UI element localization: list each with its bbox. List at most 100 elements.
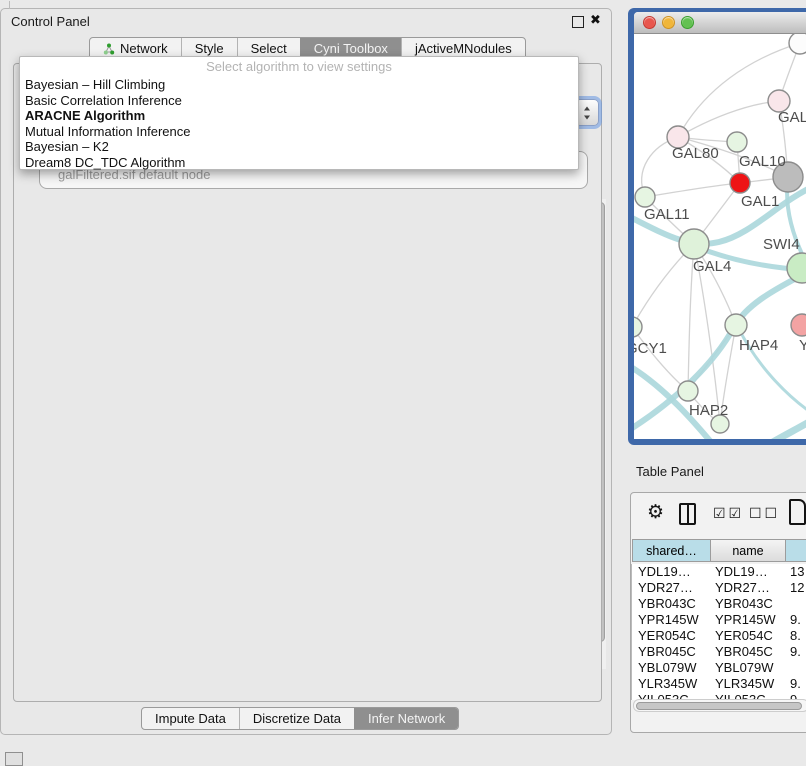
corner-box <box>5 752 23 766</box>
network-node[interactable] <box>635 187 655 207</box>
cell: YPR145W <box>638 612 699 628</box>
control-panel-title: Control Panel <box>11 14 90 29</box>
panel-notch <box>9 1 10 9</box>
cell: 13 <box>790 564 804 580</box>
tab-label: jActiveMNodules <box>415 41 512 56</box>
network-edge <box>645 183 740 197</box>
network-node[interactable] <box>725 314 747 336</box>
table-row[interactable]: YBL079W YBL079W <box>632 660 806 676</box>
algorithm-option-dream8-dc-tdc-algorithm[interactable]: Dream8 DC_TDC Algorithm <box>20 155 578 171</box>
cell: YBR043C <box>638 596 696 612</box>
cell: YBL079W <box>715 660 774 676</box>
network-icon <box>103 43 115 55</box>
node-label: GAL1 <box>741 193 779 210</box>
network-view-window: GAL GAL80 GAL10 GAL1 GAL11 SWI4 GAL4 GCY1 HAP4 Y H… <box>628 8 806 445</box>
network-edge <box>634 327 688 391</box>
cell: YER054C <box>715 628 773 644</box>
table-panel-window: ⚙ ☑☑ ☐☐ shared…name YDL19… YDL19… 13 YDR27…… <box>630 492 806 733</box>
node-label: GAL4 <box>693 258 731 275</box>
node-label: GCY1 <box>634 340 667 357</box>
control-panel: Control Panel ✖ Network Style Select Cyni T… <box>0 8 612 735</box>
cell: YER054C <box>638 628 696 644</box>
table-row[interactable]: YLR345W YLR345W 9. <box>632 676 806 692</box>
cell: YBR045C <box>638 644 696 660</box>
bottom-tabbar: Impute Data Discretize Data Infer Network <box>141 707 459 730</box>
cell: YDR27… <box>638 580 693 596</box>
select-all-checkboxes-icon[interactable]: ☑☑ <box>713 505 744 522</box>
table-row[interactable]: YDR27…YDR27…12 <box>632 580 806 596</box>
table-body: YDL19…YDL19…13YDR27…YDR27…12YBR043CYBR04… <box>631 564 806 700</box>
bottom-tab-infer-network[interactable]: Infer Network <box>354 708 458 729</box>
cell: 9. <box>790 612 801 628</box>
algorithm-option-aracne-algorithm[interactable]: ARACNE Algorithm <box>20 108 578 124</box>
table-horizontal-scrollbar[interactable] <box>633 699 806 712</box>
network-svg: GAL GAL80 GAL10 GAL1 GAL11 SWI4 GAL4 GCY1 HAP4 Y H… <box>634 34 806 439</box>
column-header-shared[interactable]: shared… <box>632 539 710 562</box>
tab-label: Select <box>251 41 287 56</box>
cell: YDL19… <box>715 564 768 580</box>
algorithm-dropdown-prompt: Select algorithm to view settings <box>20 57 578 77</box>
node-label: GAL11 <box>644 206 690 223</box>
zoom-traffic-light-icon[interactable] <box>681 16 694 29</box>
network-node[interactable] <box>634 317 642 337</box>
scrollbar-thumb[interactable] <box>636 702 802 710</box>
cell: YPR145W <box>715 612 776 628</box>
cell: YBR045C <box>715 644 773 660</box>
table-row[interactable]: YDL19… YDL19… 13 <box>632 564 806 580</box>
tab-label: Infer Network <box>368 711 445 726</box>
gear-icon[interactable]: ⚙ <box>647 501 664 524</box>
algorithm-option-bayesian-hill-climbing[interactable]: Bayesian – Hill Climbing <box>20 77 578 93</box>
split-columns-icon[interactable] <box>679 503 696 525</box>
bottom-tab-discretize-data[interactable]: Discretize Data <box>239 708 354 729</box>
cell: YDL19… <box>638 564 691 580</box>
algorithm-option-basic-correlation-inference[interactable]: Basic Correlation Inference <box>20 93 578 109</box>
tab-label: Discretize Data <box>253 711 341 726</box>
network-node[interactable] <box>730 173 750 193</box>
node-label: GAL10 <box>739 153 786 170</box>
node-label: HAP2 <box>689 402 728 419</box>
close-traffic-light-icon[interactable] <box>643 16 656 29</box>
network-node[interactable] <box>678 381 698 401</box>
table-header-row: shared…name <box>631 539 806 562</box>
network-node[interactable] <box>727 132 747 152</box>
table-row[interactable]: YPR145W YPR145W 9. <box>632 612 806 628</box>
column-header-col2[interactable] <box>785 539 806 562</box>
table-row[interactable]: YBR045C YBR045C 9. <box>632 644 806 660</box>
minimize-traffic-light-icon[interactable] <box>662 16 675 29</box>
network-node[interactable] <box>789 34 806 54</box>
node-label: GAL <box>778 109 806 126</box>
table-row[interactable]: YBR043C YBR043C <box>632 596 806 612</box>
table-panel-title: Table Panel <box>636 464 704 479</box>
deselect-all-checkboxes-icon[interactable]: ☐☐ <box>749 505 780 522</box>
algorithm-dropdown-popup: Select algorithm to view settings Bayesi… <box>19 56 579 170</box>
float-panel-icon[interactable] <box>572 16 584 28</box>
node-label: GAL80 <box>672 145 719 162</box>
stepper-icon <box>584 106 591 119</box>
algorithm-option-mutual-information-inference[interactable]: Mutual Information Inference <box>20 124 578 140</box>
tab-label: Network <box>120 41 168 56</box>
bottom-tab-impute-data[interactable]: Impute Data <box>142 708 239 729</box>
close-icon[interactable]: ✖ <box>590 12 601 28</box>
cell: 8. <box>790 628 801 644</box>
cell: YLR345W <box>715 676 774 692</box>
network-window-titlebar[interactable] <box>634 12 806 34</box>
algorithm-option-bayesian-k2[interactable]: Bayesian – K2 <box>20 139 578 155</box>
tab-label: Style <box>195 41 224 56</box>
network-node[interactable] <box>679 229 709 259</box>
tab-label: Cyni Toolbox <box>314 41 388 56</box>
network-edge-thick <box>752 418 806 439</box>
node-label: Y <box>799 337 806 354</box>
cell: YBR043C <box>715 596 773 612</box>
cell: 9. <box>790 676 801 692</box>
node-label: SWI4 <box>763 236 800 253</box>
file-icon[interactable] <box>789 499 806 525</box>
column-header-name[interactable]: name <box>710 539 785 562</box>
cell: YDR27… <box>715 580 770 596</box>
table-row[interactable]: YER054C YER054C 8. <box>632 628 806 644</box>
cell: YLR345W <box>638 676 697 692</box>
node-label: HAP4 <box>739 337 778 354</box>
cell: YBL079W <box>638 660 697 676</box>
network-canvas[interactable]: GAL GAL80 GAL10 GAL1 GAL11 SWI4 GAL4 GCY1 HAP4 Y H… <box>634 34 806 439</box>
cell: 9. <box>790 644 801 660</box>
network-node[interactable] <box>791 314 806 336</box>
